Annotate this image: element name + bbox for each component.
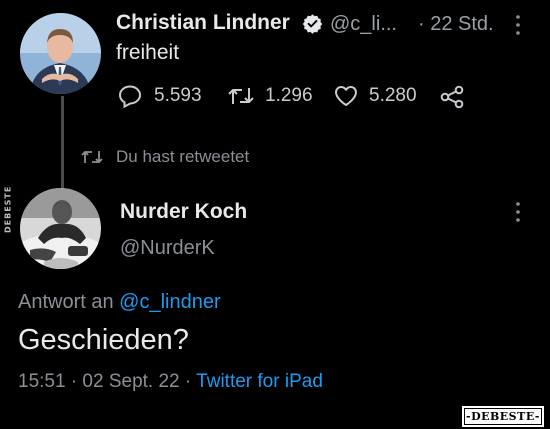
like-count: 5.280	[369, 85, 417, 106]
avatar-nurder-koch[interactable]	[20, 188, 101, 269]
reply-count: 5.593	[154, 85, 202, 106]
reply-button[interactable]: 5.593	[118, 84, 202, 108]
retweeted-icon	[80, 148, 104, 166]
reply-to-line: Antwort an @c_lindner	[18, 289, 221, 315]
debeste-logo: -DEBESTE-	[462, 406, 544, 427]
reply-icon	[118, 84, 144, 108]
tweet-meta: 15:51 · 02 Sept. 22 · Twitter for iPad	[18, 369, 323, 395]
author-name[interactable]: Christian Lindner	[116, 10, 290, 36]
retweet-button[interactable]: 1.296	[227, 84, 313, 108]
author-handle[interactable]: @c_li...	[330, 11, 397, 37]
retweet-banner-label: Du hast retweetet	[116, 147, 250, 166]
more-options-icon[interactable]	[512, 14, 524, 36]
side-watermark: DEBESTE	[3, 185, 13, 233]
retweet-icon	[227, 84, 255, 108]
like-button[interactable]: 5.280	[333, 84, 417, 108]
share-icon[interactable]	[438, 85, 466, 109]
reply-to-prefix: Antwort an	[18, 291, 114, 313]
retweet-count: 1.296	[265, 85, 313, 106]
reply-to-handle-link[interactable]: @c_lindner	[119, 291, 220, 313]
avatar-christian-lindner[interactable]	[20, 13, 101, 94]
tweet-text: freiheit	[116, 41, 180, 64]
thread-line	[61, 96, 64, 190]
author-name[interactable]: Nurder Koch	[120, 199, 247, 225]
more-options-icon[interactable]	[512, 201, 524, 223]
author-handle[interactable]: @NurderK	[120, 235, 215, 261]
tweet-time[interactable]: · 22 Std.	[418, 11, 494, 37]
tweet-text: Geschieden?	[18, 324, 189, 356]
heart-icon	[333, 84, 359, 108]
verified-badge-icon	[302, 13, 323, 34]
tweet-source-link[interactable]: Twitter for iPad	[196, 371, 323, 392]
tweet-timestamp[interactable]: 15:51 · 02 Sept. 22 ·	[18, 371, 191, 392]
